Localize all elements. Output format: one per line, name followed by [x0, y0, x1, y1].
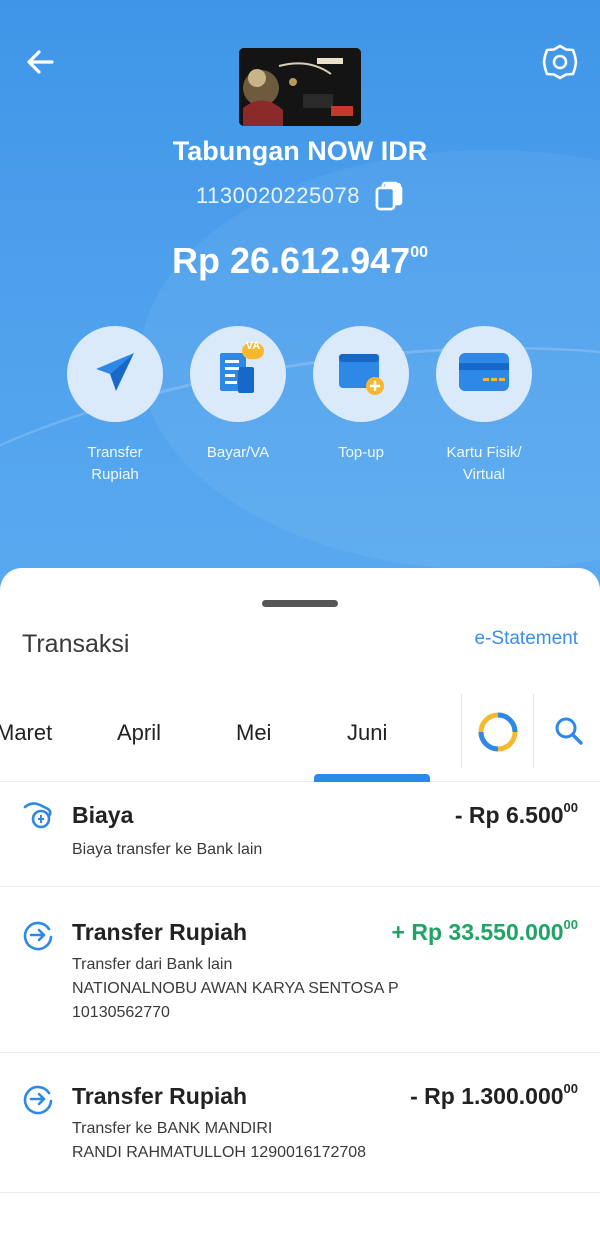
transaction-amount-cents: 00 — [563, 1081, 578, 1096]
tab-maret[interactable]: Maret — [0, 720, 52, 746]
transaction-row[interactable]: Biaya - Rp 6.50000 Biaya transfer ke Ban… — [0, 784, 600, 887]
e-statement-link[interactable]: e-Statement — [475, 628, 579, 650]
transaction-amount: - Rp 6.50000 — [455, 800, 578, 829]
search-icon[interactable] — [552, 714, 586, 748]
month-tabs: Maret April Mei Juni — [0, 694, 600, 782]
copy-icon[interactable] — [374, 180, 404, 212]
transfer-icon — [22, 919, 54, 951]
transaction-description: Biaya transfer ke Bank lain — [72, 841, 263, 858]
tab-mei[interactable]: Mei — [236, 720, 271, 746]
tab-divider — [461, 694, 462, 768]
top-up-button[interactable]: Top-up — [301, 326, 421, 464]
settings-gear-icon[interactable] — [540, 42, 580, 82]
sheet-drag-handle[interactable] — [262, 600, 338, 607]
transfer-rupiah-button[interactable]: Transfer Rupiah — [55, 326, 175, 486]
transfer-rupiah-circle[interactable] — [67, 326, 163, 422]
kartu-fisik-virtual-label: Kartu Fisik/ Virtual — [446, 444, 522, 483]
transaction-amount: - Rp 1.300.00000 — [410, 1081, 578, 1110]
tab-divider — [533, 694, 534, 768]
transactions-title: Transaksi — [22, 630, 130, 658]
transaction-amount-value: - Rp 1.300.000 — [410, 1083, 564, 1109]
top-up-label: Top-up — [338, 444, 384, 461]
kartu-fisik-virtual-button[interactable]: Kartu Fisik/ Virtual — [424, 326, 544, 486]
transaction-amount-value: + Rp 33.550.000 — [391, 919, 564, 945]
transaction-title: Transfer Rupiah — [72, 919, 248, 945]
top-up-circle[interactable] — [313, 326, 409, 422]
transaction-row[interactable]: Transfer Rupiah - Rp 1.300.00000 Transfe… — [0, 1053, 600, 1193]
transactions-sheet: Transaksi e-Statement Maret April Mei Ju… — [0, 568, 600, 1248]
balance-cents: 00 — [410, 244, 428, 261]
va-badge: VA — [245, 340, 261, 352]
account-name: Tabungan NOW IDR — [172, 136, 428, 166]
card-icon — [457, 351, 511, 398]
paper-plane-icon — [90, 347, 140, 402]
active-tab-indicator — [314, 774, 430, 782]
bayar-va-circle[interactable]: VA — [190, 326, 286, 422]
transaction-row[interactable]: Transfer Rupiah + Rp 33.550.00000 Transf… — [0, 887, 600, 1053]
tab-april[interactable]: April — [117, 720, 161, 746]
transaction-amount-cents: 00 — [563, 917, 578, 932]
transfer-icon — [22, 1083, 54, 1115]
account-number: 1130020225078 — [196, 183, 360, 208]
tab-juni[interactable]: Juni — [347, 720, 387, 746]
transaction-amount-value: - Rp 6.500 — [454, 802, 564, 828]
fee-icon — [22, 798, 54, 830]
transaction-title: Biaya — [72, 802, 134, 828]
wallet-plus-icon — [335, 348, 387, 401]
transaction-amount: + Rp 33.550.00000 — [392, 917, 578, 946]
transaction-title: Transfer Rupiah — [72, 1083, 248, 1109]
filter-icon[interactable] — [476, 710, 520, 754]
account-number-row: 1130020225078 — [0, 180, 600, 212]
transaction-description: Transfer dari Bank lain NATIONALNOBU AWA… — [72, 956, 399, 1021]
bayar-va-button[interactable]: VA Bayar/VA — [178, 326, 298, 464]
account-balance: Rp 26.612.94700 — [0, 240, 600, 282]
transaction-amount-cents: 00 — [563, 800, 578, 815]
transaction-description: Transfer ke BANK MANDIRI RANDI RAHMATULL… — [72, 1120, 367, 1161]
card-image[interactable] — [239, 48, 361, 126]
kartu-fisik-virtual-circle[interactable] — [436, 326, 532, 422]
bayar-va-label: Bayar/VA — [206, 444, 270, 461]
balance-amount: Rp 26.612.947 — [172, 240, 411, 281]
account-header: Tabungan NOW IDR 1130020225078 Rp 26.612… — [0, 0, 600, 620]
transfer-rupiah-label: Transfer Rupiah — [87, 444, 143, 483]
back-arrow-icon[interactable] — [22, 44, 58, 80]
